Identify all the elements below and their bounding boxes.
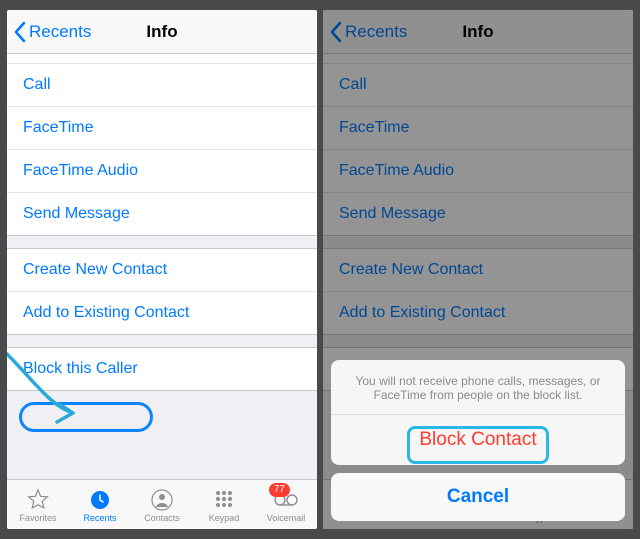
send-message-row[interactable]: Send Message	[7, 193, 317, 235]
facetime-audio-row[interactable]: FaceTime Audio	[7, 150, 317, 193]
back-button[interactable]: Recents	[7, 21, 91, 43]
tab-recents[interactable]: Recents	[69, 480, 131, 529]
action-group-3: Block this Caller	[7, 347, 317, 391]
block-caller-row[interactable]: Block this Caller	[7, 348, 317, 390]
tab-voicemail[interactable]: 77 Voicemail	[255, 480, 317, 529]
action-group-1: Call FaceTime FaceTime Audio Send Messag…	[7, 54, 317, 236]
back-label: Recents	[29, 22, 91, 42]
phone-right: Recents Info Call FaceTime FaceTime Audi…	[323, 10, 633, 529]
tabbar: Favorites Recents Contacts	[7, 479, 317, 529]
sheet-message: You will not receive phone calls, messag…	[331, 360, 625, 415]
tab-label: Favorites	[19, 513, 56, 523]
tab-contacts[interactable]: Contacts	[131, 480, 193, 529]
cancel-button[interactable]: Cancel	[331, 473, 625, 521]
action-sheet: You will not receive phone calls, messag…	[331, 360, 625, 521]
tab-label: Recents	[83, 513, 116, 523]
tab-label: Contacts	[144, 513, 180, 523]
star-icon	[26, 488, 50, 512]
tab-favorites[interactable]: Favorites	[7, 480, 69, 529]
call-row[interactable]: Call	[7, 64, 317, 107]
add-existing-row[interactable]: Add to Existing Contact	[7, 292, 317, 334]
annotation-highlight	[19, 402, 153, 432]
facetime-row[interactable]: FaceTime	[7, 107, 317, 150]
person-icon	[150, 488, 174, 512]
tab-label: Voicemail	[267, 513, 306, 523]
block-contact-button[interactable]: Block Contact	[331, 415, 625, 465]
clock-icon	[88, 488, 112, 512]
chevron-left-icon	[13, 21, 27, 43]
tab-keypad[interactable]: Keypad	[193, 480, 255, 529]
tab-label: Keypad	[209, 513, 240, 523]
create-contact-row[interactable]: Create New Contact	[7, 249, 317, 292]
phone-left: Recents Info Call FaceTime FaceTime Audi…	[7, 10, 317, 529]
keypad-icon	[212, 488, 236, 512]
navbar: Recents Info	[7, 10, 317, 54]
voicemail-badge: 77	[269, 483, 290, 497]
action-group-2: Create New Contact Add to Existing Conta…	[7, 248, 317, 335]
